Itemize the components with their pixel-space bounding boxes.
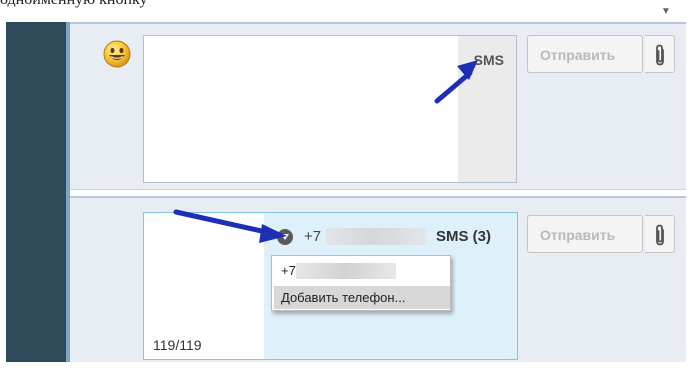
sms-mode-button[interactable]: SMS [474,52,504,68]
menu-item-add-phone-label: Добавить телефон... [281,290,406,305]
paperclip-icon [656,44,664,66]
char-counter: 119/119 [153,337,202,353]
send-button-top[interactable]: Отправить [527,35,643,73]
menu-item-phone[interactable]: +7 [272,260,450,282]
attach-button-top[interactable] [645,35,675,73]
sidebar [6,22,66,362]
screenshot: одноименную кнопку ▼ SMS Отправить [0,0,691,371]
scroll-chevron-icon[interactable]: ▼ [661,6,671,17]
send-button-bottom[interactable]: Отправить [527,215,643,253]
menu-item-add-phone[interactable]: Добавить телефон... [274,286,450,309]
menu-phone-prefix: +7 [281,263,296,278]
paperclip-icon [656,224,664,246]
sms-count-label: SMS (3) [436,228,492,245]
phone-prefix[interactable]: +7 [304,228,321,245]
phone-number-redacted [326,228,426,245]
message-input-top[interactable]: SMS [143,35,517,183]
sms-strip: SMS [458,36,516,182]
attach-button-bottom[interactable] [645,215,675,253]
menu-phone-redacted [296,263,396,279]
send-button-label: Отправить [540,227,616,243]
chevron-down-icon[interactable] [277,229,293,245]
phone-dropdown-menu: +7 Добавить телефон... [271,255,451,311]
caption-text: одноименную кнопку [0,0,148,9]
smiley-emoji-icon[interactable] [103,40,131,68]
panel-top-divider [70,22,686,24]
send-button-label: Отправить [540,47,616,63]
